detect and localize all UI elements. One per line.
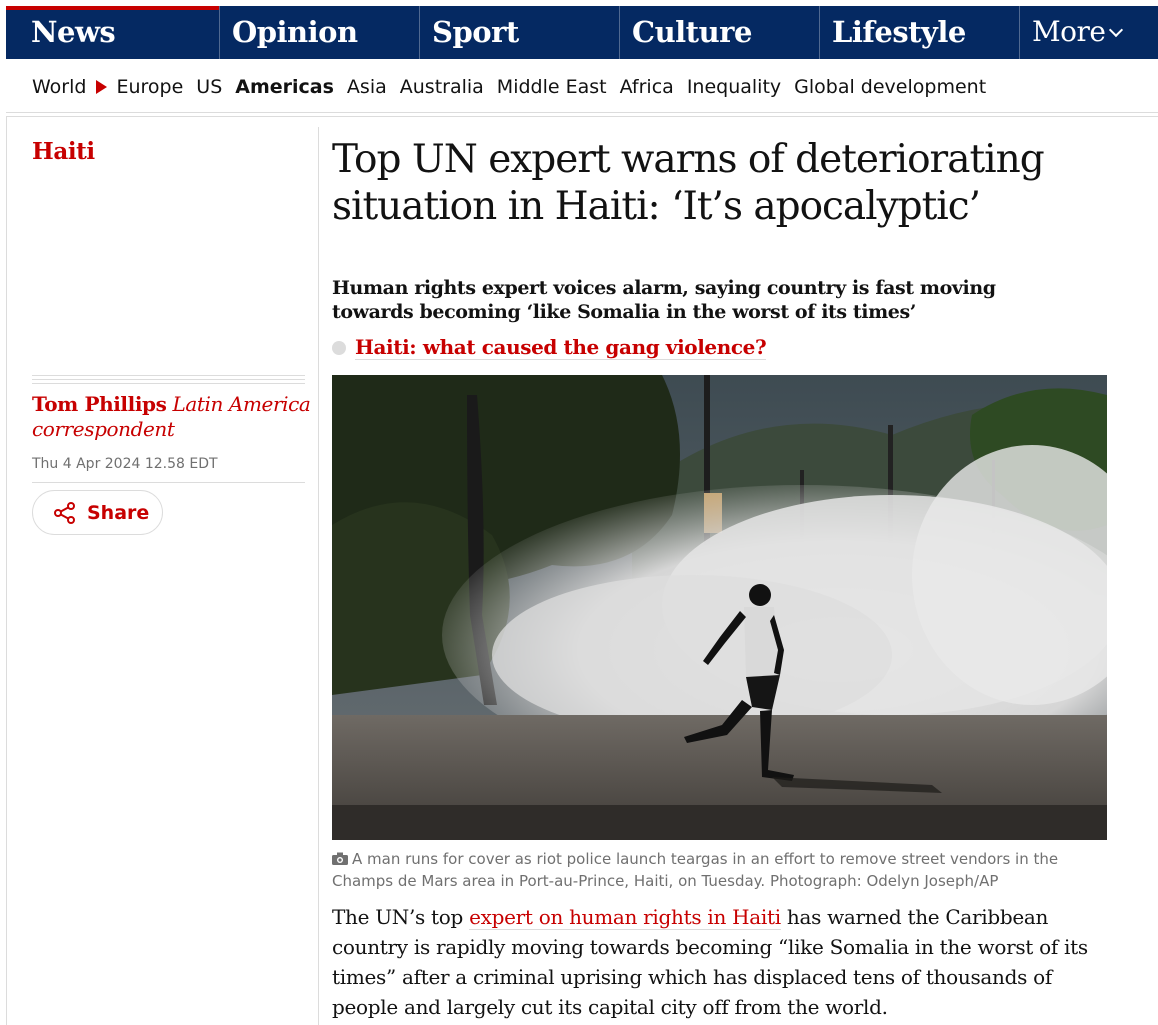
pillar-nav: News Opinion Sport Culture Lifestyle Mor… bbox=[6, 6, 1158, 59]
standfirst: Human rights expert voices alarm, saying… bbox=[332, 277, 996, 323]
nav-pillar-label: Sport bbox=[432, 15, 519, 49]
subnav-item-asia[interactable]: Asia bbox=[347, 76, 387, 98]
nav-pillar-label: Culture bbox=[632, 15, 752, 49]
subnav-item-us[interactable]: US bbox=[196, 76, 222, 98]
nav-pillar-label: Lifestyle bbox=[832, 15, 966, 49]
nav-pillar-label: News bbox=[31, 15, 116, 49]
nav-pillar-opinion[interactable]: Opinion bbox=[219, 6, 419, 59]
nav-divider bbox=[6, 112, 1158, 117]
subnav-item-global-development[interactable]: Global development bbox=[794, 76, 986, 98]
share-label: Share bbox=[87, 501, 150, 524]
subnav-item-inequality[interactable]: Inequality bbox=[687, 76, 781, 98]
section-label[interactable]: Haiti bbox=[32, 138, 95, 165]
nav-more-label: More bbox=[1032, 15, 1106, 48]
meta-rule bbox=[32, 482, 305, 483]
author-name[interactable]: Tom Phillips bbox=[32, 392, 167, 416]
related-link[interactable]: Haiti: what caused the gang violence? bbox=[355, 335, 767, 360]
article-main-image bbox=[332, 375, 1107, 840]
byline: Tom Phillips Latin America correspondent bbox=[32, 392, 312, 442]
nav-pillar-sport[interactable]: Sport bbox=[419, 6, 619, 59]
subnav-item-middle-east[interactable]: Middle East bbox=[497, 76, 607, 98]
subnav-item-americas[interactable]: Americas bbox=[235, 76, 334, 98]
share-button[interactable]: Share bbox=[32, 490, 163, 535]
subnav-item-europe[interactable]: Europe bbox=[116, 76, 183, 98]
subnav-item-africa[interactable]: Africa bbox=[620, 76, 674, 98]
left-border bbox=[6, 117, 7, 1025]
nav-pillar-lifestyle[interactable]: Lifestyle bbox=[819, 6, 1019, 59]
triangle-right-icon bbox=[96, 80, 108, 94]
nav-more-button[interactable]: More bbox=[1019, 6, 1158, 59]
teargas-photo-illustration bbox=[332, 375, 1107, 840]
body-text-start: The UN’s top bbox=[332, 905, 470, 929]
subnav-item-world[interactable]: World bbox=[32, 76, 86, 98]
sub-nav: World Europe US Americas Asia Australia … bbox=[32, 74, 999, 100]
publish-date: Thu 4 Apr 2024 12.58 EDT bbox=[32, 456, 218, 472]
body-inline-link[interactable]: expert on human rights in Haiti bbox=[469, 905, 781, 930]
bullet-dot-icon bbox=[332, 340, 346, 355]
nav-pillar-culture[interactable]: Culture bbox=[619, 6, 819, 59]
nav-pillar-label: Opinion bbox=[232, 15, 358, 49]
subnav-item-australia[interactable]: Australia bbox=[400, 76, 484, 98]
camera-icon bbox=[332, 852, 348, 865]
column-divider bbox=[318, 127, 319, 1025]
meta-divider bbox=[32, 375, 305, 387]
nav-pillar-news[interactable]: News bbox=[6, 6, 219, 59]
active-pillar-bar bbox=[6, 6, 219, 10]
related-link-row: Haiti: what caused the gang violence? bbox=[332, 335, 767, 360]
caption-text: A man runs for cover as riot police laun… bbox=[332, 850, 1059, 890]
headline: Top UN expert warns of deteriorating sit… bbox=[332, 137, 1045, 229]
article-body-paragraph: The UN’s top expert on human rights in H… bbox=[332, 902, 1122, 1022]
image-caption: A man runs for cover as riot police laun… bbox=[332, 848, 1092, 892]
chevron-down-icon bbox=[1109, 22, 1124, 38]
share-icon bbox=[54, 501, 75, 524]
